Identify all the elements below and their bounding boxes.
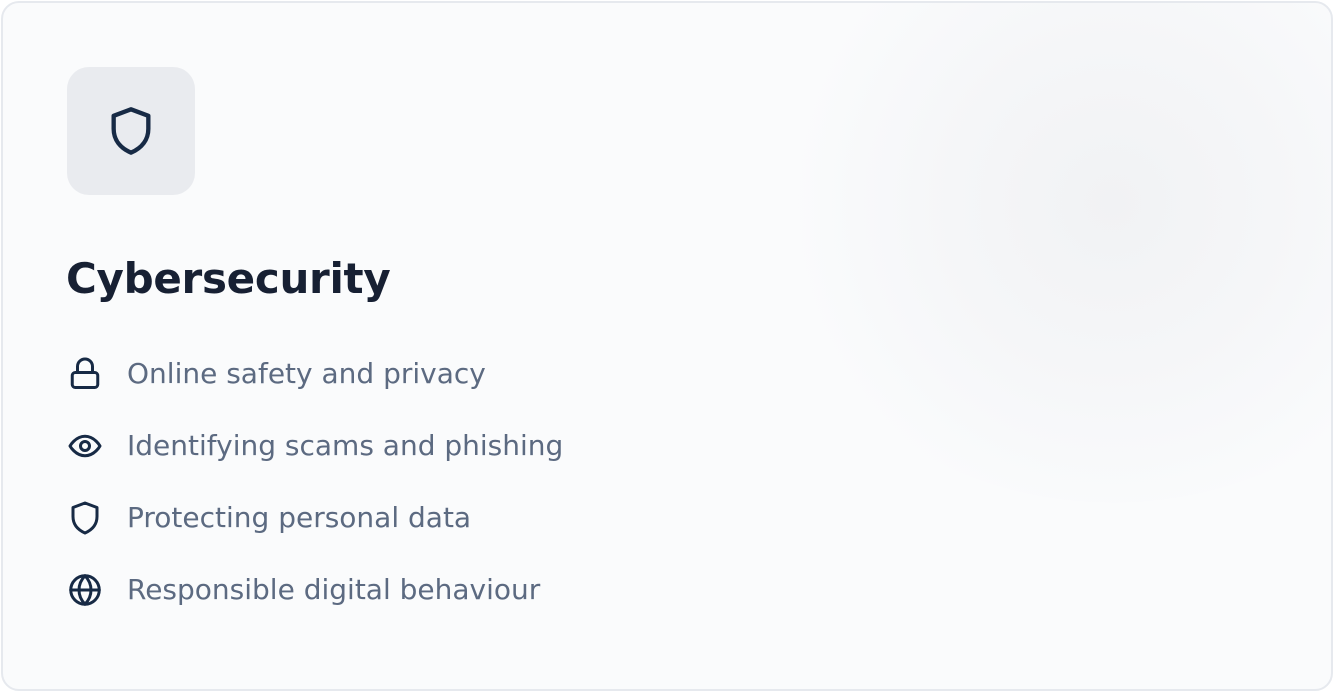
card-background-glow — [763, 3, 1331, 503]
feature-label: Protecting personal data — [127, 501, 472, 534]
list-item: Protecting personal data — [67, 482, 563, 554]
feature-label: Responsible digital behaviour — [127, 573, 541, 606]
globe-icon — [67, 572, 103, 608]
feature-list: Online safety and privacy Identifying sc… — [67, 338, 563, 626]
topic-badge — [67, 67, 195, 195]
eye-icon — [67, 428, 103, 464]
shield-icon — [67, 500, 103, 536]
shield-icon — [105, 105, 157, 157]
feature-label: Identifying scams and phishing — [127, 429, 564, 462]
feature-label: Online safety and privacy — [127, 357, 486, 390]
list-item: Identifying scams and phishing — [67, 410, 563, 482]
cybersecurity-card: Cybersecurity Online safety and privacy … — [1, 1, 1333, 691]
list-item: Responsible digital behaviour — [67, 554, 563, 626]
card-title: Cybersecurity — [66, 254, 391, 303]
list-item: Online safety and privacy — [67, 338, 563, 410]
lock-icon — [67, 356, 103, 392]
